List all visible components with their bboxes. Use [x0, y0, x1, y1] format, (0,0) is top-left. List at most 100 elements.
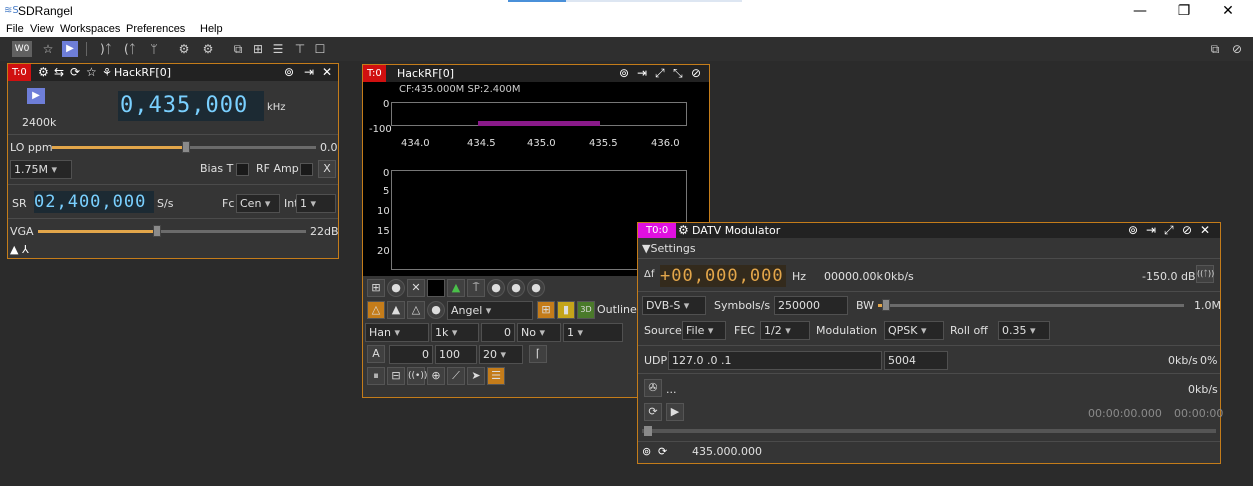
cascade-windows-icon[interactable]: ⧉	[228, 41, 248, 57]
settings-icon[interactable]: ⚙	[38, 65, 49, 80]
center-frequency-dial[interactable]: 0,435,000	[118, 91, 264, 121]
decay-dial[interactable]: ●	[507, 279, 525, 297]
swap-icon[interactable]: ⇆	[54, 65, 64, 80]
menu-preferences[interactable]: Preferences	[126, 23, 185, 35]
udp-port-spinbox[interactable]: 5004	[884, 351, 948, 370]
maximize-workspace-icon[interactable]: ☐	[310, 41, 330, 57]
marker-icon[interactable]: ➤	[467, 367, 485, 385]
bias-t-checkbox[interactable]	[236, 163, 249, 176]
fec-select[interactable]: 1/2	[760, 321, 810, 340]
float-icon[interactable]: ⧉	[1206, 41, 1224, 57]
shrink-icon[interactable]: ⤢	[1164, 223, 1174, 238]
udp-address-input[interactable]: 127.0 .0 .1	[668, 351, 882, 370]
grid-icon[interactable]: ⊞	[367, 279, 385, 297]
relative-icon[interactable]: ⟳	[658, 444, 667, 459]
zoom-curve-icon[interactable]: ⌈	[529, 345, 547, 363]
workspace-button[interactable]: W0	[12, 41, 32, 57]
add-rx-device-icon[interactable]: )ᛏ	[96, 41, 116, 57]
stack-windows-icon[interactable]: ☰	[268, 41, 288, 57]
x-button[interactable]: X	[318, 160, 336, 178]
star-icon[interactable]: ☆	[40, 41, 56, 57]
3d-icon[interactable]: 3D	[577, 301, 595, 319]
open-file-icon[interactable]: ✇	[644, 379, 662, 397]
dock-icon[interactable]: ⊤	[290, 41, 310, 57]
maximize-icon[interactable]: ⤡	[673, 66, 683, 81]
waterfall-icon[interactable]: ⊞	[537, 301, 555, 319]
fft-size-select[interactable]: 1k	[431, 323, 479, 342]
rf-amp-checkbox[interactable]	[300, 163, 313, 176]
fps-select[interactable]: 20	[479, 345, 523, 364]
menu-view[interactable]: View	[30, 23, 54, 35]
source-select[interactable]: File	[682, 321, 726, 340]
hide-icon[interactable]: ⊘	[1228, 41, 1246, 57]
color-swatch[interactable]	[427, 279, 445, 297]
menu-workspaces[interactable]: Workspaces	[60, 23, 120, 35]
float-panel-icon[interactable]: ⇥	[1146, 223, 1156, 238]
float-panel-icon[interactable]: ⇥	[637, 66, 647, 81]
frequency-offset-dial[interactable]: +00,000,000	[660, 265, 786, 287]
add-feature-icon[interactable]: ⚙	[174, 41, 194, 57]
hide-icon[interactable]: ⊘	[691, 66, 701, 81]
fc-select[interactable]: Cen	[236, 194, 280, 213]
level-icon[interactable]: ▮	[557, 301, 575, 319]
spectrum-style-icon[interactable]: ▲	[447, 279, 465, 297]
avg-count-select[interactable]: 1	[563, 323, 623, 342]
settings-icon[interactable]: ⚙	[678, 223, 689, 238]
current-icon[interactable]: ▲	[387, 301, 405, 319]
overlap-spinbox[interactable]: 0	[481, 323, 515, 342]
ref-level-spinbox[interactable]: 0	[389, 345, 433, 364]
add-tx-device-icon[interactable]: (ᛏ	[120, 41, 140, 57]
maximize-button[interactable]: ❐	[1162, 1, 1206, 21]
trace-intensity-dial[interactable]: ●	[487, 279, 505, 297]
add-mimo-device-icon[interactable]: ᛘ	[144, 41, 164, 57]
help-icon[interactable]: ⊚	[284, 65, 294, 80]
start-stop-button[interactable]: ▶	[27, 88, 45, 104]
lo-ppm-slider-handle[interactable]	[182, 141, 190, 153]
loop-icon[interactable]: ⟳	[644, 403, 662, 421]
preset-star-icon[interactable]: ☆	[86, 65, 97, 80]
rolloff-select[interactable]: 0.35	[998, 321, 1050, 340]
max-hold-icon[interactable]: △	[367, 301, 385, 319]
help-icon[interactable]: ⊚	[1128, 223, 1138, 238]
close-panel-icon[interactable]: ✕	[322, 65, 332, 80]
close-panel-icon[interactable]: ✕	[1200, 223, 1210, 238]
range-spinbox[interactable]: 100	[435, 345, 477, 364]
menu-file[interactable]: File	[6, 23, 24, 35]
menu-icon[interactable]: ☰	[487, 367, 505, 385]
crosshair-icon[interactable]: ⊕	[427, 367, 445, 385]
ref-mode-button[interactable]: A	[367, 345, 385, 363]
palette-select[interactable]: Angel	[447, 301, 533, 320]
standard-select[interactable]: DVB-S	[642, 296, 706, 315]
averaging-select[interactable]: No	[517, 323, 561, 342]
antenna-icon[interactable]: ((ᛏ))	[1196, 265, 1214, 283]
antenna-icon[interactable]: ⍑	[467, 279, 485, 297]
bw-slider-handle[interactable]	[882, 299, 890, 311]
symbol-rate-spinbox[interactable]: 250000	[774, 296, 848, 315]
float-panel-icon[interactable]: ⇥	[304, 65, 314, 80]
vga-slider-handle[interactable]	[153, 225, 161, 237]
shrink-icon[interactable]: ⤢	[655, 66, 665, 81]
modulation-select[interactable]: QPSK	[884, 321, 944, 340]
menu-help[interactable]: Help	[200, 23, 223, 35]
broadcast-icon[interactable]: ((•))	[407, 367, 427, 385]
feature-preset-icon[interactable]: ⚙	[198, 41, 218, 57]
tile-windows-icon[interactable]: ⊞	[248, 41, 268, 57]
collapse-icon[interactable]: ▲	[10, 242, 18, 257]
grid-intensity-dial[interactable]: ●	[387, 279, 405, 297]
hide-icon[interactable]: ⊘	[1182, 223, 1192, 238]
pause-icon[interactable]: ⏸	[367, 367, 385, 385]
help-icon[interactable]: ⊚	[619, 66, 629, 81]
stroke-dial[interactable]: ●	[527, 279, 545, 297]
reload-icon[interactable]: ⟳	[70, 65, 80, 80]
channels-icon[interactable]: ⅄	[22, 242, 29, 257]
ref-dial[interactable]: ●	[427, 301, 445, 319]
settings-section-toggle[interactable]: ▼Settings	[642, 242, 696, 255]
minimize-button[interactable]: —	[1118, 1, 1162, 21]
histogram-icon[interactable]: △	[407, 301, 425, 319]
int-select[interactable]: 1	[296, 194, 336, 213]
bbf-select[interactable]: 1.75M	[10, 160, 72, 179]
play-file-icon[interactable]: ▶	[666, 403, 684, 421]
play-icon[interactable]: ▶	[62, 41, 78, 57]
close-button[interactable]: ✕	[1206, 1, 1250, 21]
sample-rate-dial[interactable]: 02,400,000	[34, 191, 154, 213]
